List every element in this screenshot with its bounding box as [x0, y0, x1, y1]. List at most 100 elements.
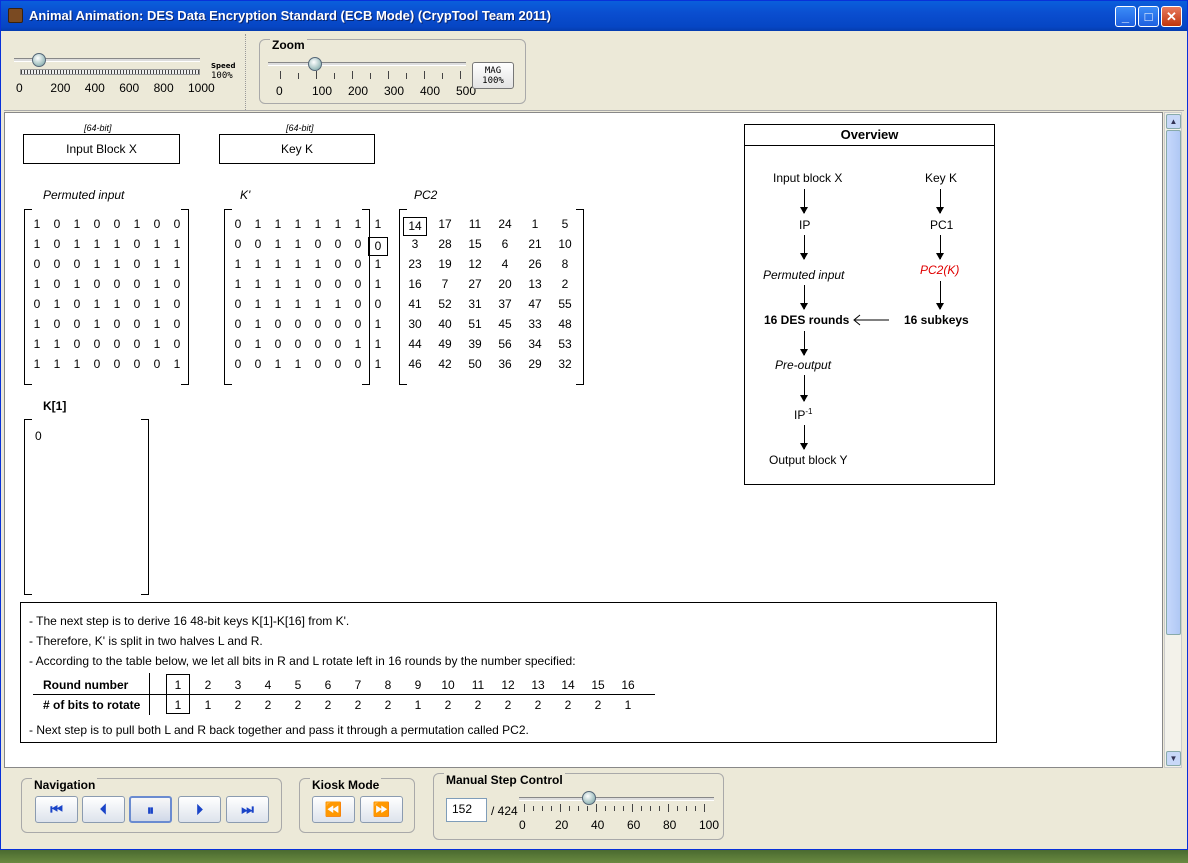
ov-pc2k: PC2(K) — [920, 263, 960, 277]
matrix-cell: 0 — [133, 337, 141, 351]
last-step-button[interactable]: ⏭ — [226, 796, 269, 823]
navigation-label: Navigation — [32, 778, 98, 792]
speed-slider-thumb[interactable] — [32, 53, 46, 67]
matrix-cell: 2 — [561, 277, 569, 291]
input-block-box: Input Block X — [23, 134, 180, 164]
overview-panel: Overview Input block X Key K IP PC1 Perm… — [744, 124, 995, 485]
matrix-cell: 1 — [354, 337, 362, 351]
zoom-slider-thumb[interactable] — [308, 57, 322, 71]
matrix-cell: 41 — [408, 297, 422, 311]
matrix-cell: 47 — [528, 297, 542, 311]
maximize-button[interactable]: □ — [1138, 6, 1159, 27]
ov-arrow-2 — [936, 189, 944, 214]
step-tick-mark — [632, 804, 633, 812]
ov-ip: IP — [799, 218, 811, 232]
matrix-cell: 0 — [133, 237, 141, 251]
step-slider-track[interactable] — [519, 797, 714, 801]
matrix-cell: 1 — [374, 337, 382, 351]
matrix-cell: 1 — [294, 217, 302, 231]
matrix-cell: 1 — [374, 257, 382, 271]
matrix-cell: 1 — [93, 317, 101, 331]
matrix-cell: 3 — [411, 237, 419, 251]
round-number-cell: 4 — [264, 678, 272, 692]
matrix-cell: 0 — [93, 337, 101, 351]
zoom-tick-label: 0 — [276, 84, 283, 98]
round-number-cell: 5 — [294, 678, 302, 692]
step-tick-mark — [605, 806, 606, 811]
matrix-cell: 37 — [498, 297, 512, 311]
matrix-cell: 50 — [468, 357, 482, 371]
matrix-cell: 1 — [334, 217, 342, 231]
matrix-cell: 27 — [468, 277, 482, 291]
matrix-cell: 0 — [113, 217, 121, 231]
matrix-cell: 1 — [294, 297, 302, 311]
desktop-background — [0, 850, 1188, 863]
round-number-cell: 15 — [591, 678, 605, 692]
kiosk-forward-button[interactable]: ⏩ — [360, 796, 403, 823]
ov-subkeys: 16 subkeys — [904, 313, 969, 327]
matrix-cell: 1 — [33, 357, 41, 371]
zoom-tick-mark — [406, 73, 407, 79]
matrix-cell: 1 — [294, 277, 302, 291]
bits-rotate-label: # of bits to rotate — [43, 698, 141, 712]
scroll-down-arrow[interactable]: ▼ — [1166, 751, 1181, 766]
matrix-cell: 44 — [408, 337, 422, 351]
round-number-cell: 12 — [501, 678, 515, 692]
ov-pre-output: Pre-output — [775, 358, 832, 372]
matrix-cell: 1 — [234, 257, 242, 271]
mag-button[interactable]: MAG 100% — [472, 62, 514, 89]
desc-line-4: - Next step is to pull both L and R back… — [29, 723, 529, 737]
step-slider-thumb[interactable] — [581, 791, 596, 805]
step-tick-mark — [686, 806, 687, 811]
matrix-cell: 0 — [254, 237, 262, 251]
matrix-cell: 23 — [408, 257, 422, 271]
description-box: - The next step is to derive 16 48-bit k… — [20, 602, 997, 743]
close-button[interactable]: ✕ — [1161, 6, 1182, 27]
zoom-slider-track[interactable] — [268, 62, 466, 66]
round-number-cell: 2 — [204, 678, 212, 692]
matrix-cell: 0 — [334, 357, 342, 371]
vertical-scrollbar[interactable]: ▲ ▼ — [1164, 112, 1182, 768]
rotation-cell: 2 — [324, 698, 332, 712]
matrix-cell: 0 — [33, 257, 41, 271]
minimize-button[interactable]: _ — [1115, 6, 1136, 27]
matrix-cell: 0 — [53, 277, 61, 291]
next-step-button[interactable]: ⏵ — [178, 796, 221, 823]
pause-button[interactable]: ⏸ — [129, 796, 172, 823]
matrix-cell: 1 — [93, 237, 101, 251]
step-tick-mark — [587, 806, 588, 811]
matrix-cell: 0 — [234, 297, 242, 311]
matrix-cell: 1 — [153, 337, 161, 351]
ov-arrow-6 — [936, 281, 944, 310]
scroll-up-arrow[interactable]: ▲ — [1166, 114, 1181, 129]
matrix-cell: 0 — [113, 317, 121, 331]
matrix-cell: 0 — [173, 317, 181, 331]
rotation-cell: 2 — [534, 698, 542, 712]
matrix-cell: 0 — [354, 237, 362, 251]
matrix-cell: 1 — [53, 357, 61, 371]
zoom-tick-label: 200 — [348, 84, 369, 98]
step-input[interactable]: 152 — [446, 798, 487, 822]
app-window: Animal Animation: DES Data Encryption St… — [0, 0, 1188, 850]
matrix-cell: 0 — [234, 357, 242, 371]
kiosk-rewind-button[interactable]: ⏪ — [312, 796, 355, 823]
matrix-cell: 0 — [334, 237, 342, 251]
previous-step-button[interactable]: ⏴ — [82, 796, 125, 823]
matrix-cell: 1 — [294, 257, 302, 271]
matrix-cell: 34 — [528, 337, 542, 351]
matrix-cell: 1 — [274, 217, 282, 231]
matrix-cell: 1 — [254, 317, 262, 331]
matrix-cell: 0 — [234, 317, 242, 331]
step-tick-label: 80 — [663, 818, 677, 832]
first-step-button[interactable]: ⏮ — [35, 796, 78, 823]
kiosk-label: Kiosk Mode — [310, 778, 382, 792]
mag-label: MAG — [484, 66, 502, 76]
matrix-cell: 55 — [558, 297, 572, 311]
step-tick-mark — [641, 806, 642, 811]
zoom-label: Zoom — [270, 38, 307, 52]
matrix-cell: 40 — [438, 317, 452, 331]
matrix-cell: 13 — [528, 277, 542, 291]
speed-value: 100% — [211, 71, 233, 81]
scroll-thumb[interactable] — [1166, 130, 1181, 635]
matrix-cell: 0 — [314, 237, 322, 251]
